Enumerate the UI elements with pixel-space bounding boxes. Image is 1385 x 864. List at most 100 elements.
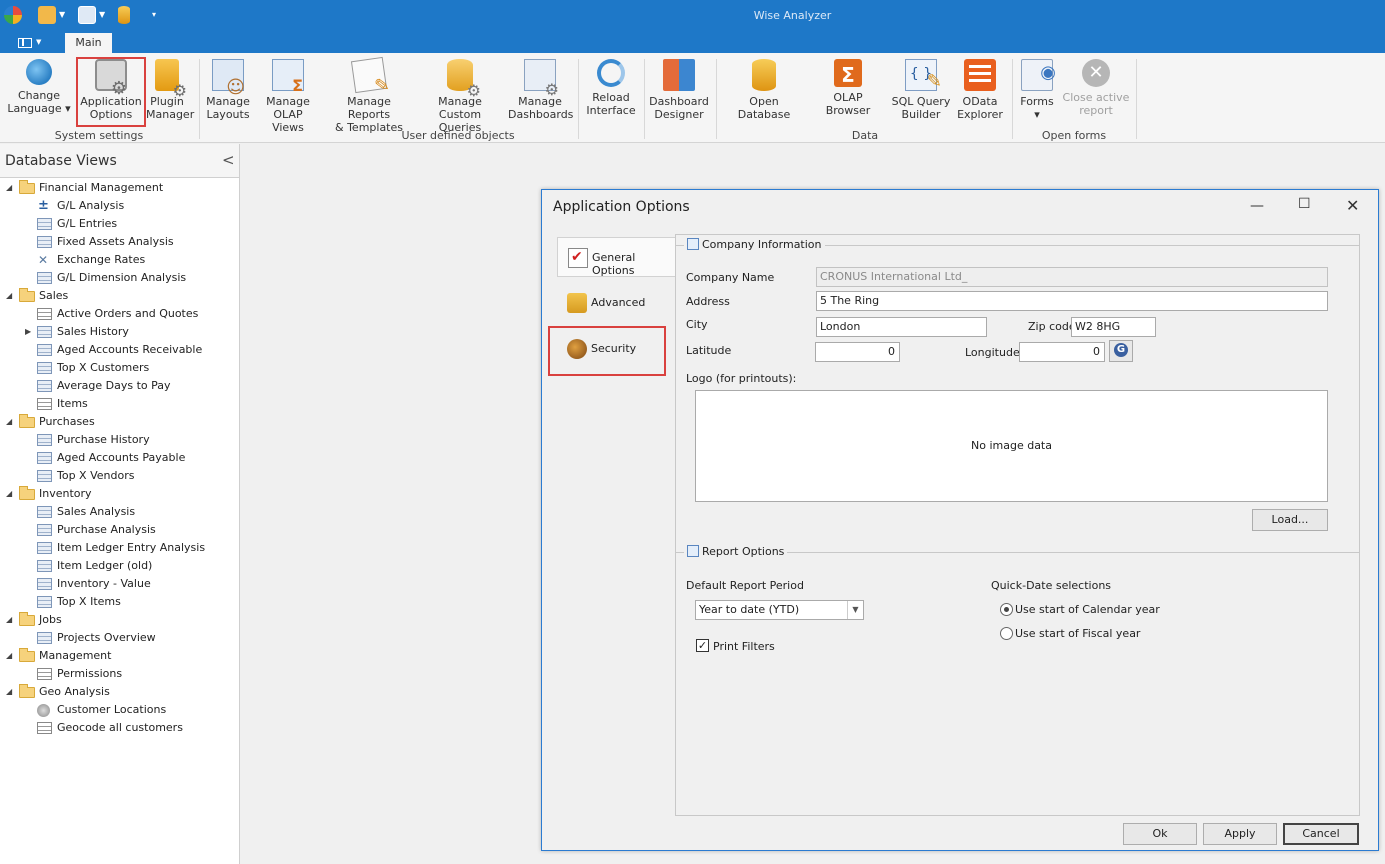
ribbon: Change Language ▾ Application Options Pl… — [0, 53, 1385, 143]
collapse-triangle-icon[interactable]: ◢ — [6, 611, 12, 629]
tab-general-options[interactable]: General Options — [557, 237, 675, 277]
close-active-report-button[interactable]: ✕ Close active report — [1062, 57, 1130, 123]
dashboard-designer-button[interactable]: Dashboard Designer — [648, 57, 710, 123]
city-field[interactable]: London — [816, 317, 987, 337]
maximize-icon[interactable]: ☐ — [1298, 196, 1311, 212]
application-options-dialog: Application Options — ☐ ✕ General Option… — [541, 189, 1379, 851]
sql-query-builder-button[interactable]: { } SQL Query Builder — [890, 57, 952, 123]
print-filters-checkbox[interactable]: ✓ — [696, 639, 709, 652]
manage-layouts-button[interactable]: Manage Layouts — [204, 57, 252, 123]
tree-item[interactable]: Fixed Assets Analysis — [0, 233, 239, 251]
forms-label: Forms ▾ — [1020, 95, 1054, 121]
collapse-triangle-icon[interactable]: ◢ — [6, 647, 12, 665]
tree-label: Top X Items — [57, 595, 121, 608]
tree-item[interactable]: Inventory - Value — [0, 575, 239, 593]
tree-category[interactable]: ◢ Inventory — [0, 485, 239, 503]
collapse-triangle-icon[interactable]: ◢ — [6, 179, 12, 197]
default-report-period-label: Default Report Period — [686, 579, 804, 592]
logo-image-box[interactable]: No image data — [695, 390, 1328, 502]
longitude-label: Longitude — [965, 346, 1020, 359]
tree-item[interactable]: Top X Customers — [0, 359, 239, 377]
collapse-triangle-icon[interactable]: ◢ — [6, 683, 12, 701]
tree-label: Projects Overview — [57, 631, 156, 644]
minimize-icon[interactable]: — — [1250, 198, 1264, 214]
table-view-icon — [37, 452, 52, 464]
table-view-icon — [37, 218, 52, 230]
manage-reports-button[interactable]: Manage Reports & Templates — [326, 56, 412, 134]
tree-category[interactable]: ◢ Sales — [0, 287, 239, 305]
plugin-manager-button[interactable]: Plugin Manager — [146, 57, 194, 123]
open-database-button[interactable]: Open Database — [722, 57, 806, 123]
tree-item[interactable]: Exchange Rates — [0, 251, 239, 269]
tree-category[interactable]: ◢ Management — [0, 647, 239, 665]
application-menu-button[interactable]: ▼ — [14, 35, 44, 51]
tree-item[interactable]: G/L Dimension Analysis — [0, 269, 239, 287]
tree-label: Aged Accounts Receivable — [57, 343, 203, 356]
close-icon[interactable]: ✕ — [1346, 196, 1359, 215]
tab-main[interactable]: Main — [65, 33, 112, 53]
list-icon — [37, 308, 52, 320]
tree-item[interactable]: G/L Entries — [0, 215, 239, 233]
odata-explorer-button[interactable]: OData Explorer — [954, 57, 1006, 123]
tree-item[interactable]: Sales Analysis — [0, 503, 239, 521]
radio-fiscal-year[interactable] — [1000, 627, 1013, 640]
tree-category[interactable]: ◢ Jobs — [0, 611, 239, 629]
tree-item[interactable]: G/L Analysis — [0, 197, 239, 215]
manage-olap-views-button[interactable]: Manage OLAP Views — [256, 57, 320, 134]
tree-label: Financial Management — [39, 181, 164, 194]
tree-item[interactable]: Active Orders and Quotes — [0, 305, 239, 323]
panel-header: Database Views < — [0, 144, 239, 178]
geocode-button[interactable] — [1109, 340, 1133, 362]
manage-dashboards-button[interactable]: Manage Dashboards — [508, 57, 573, 123]
tree-item[interactable]: Permissions — [0, 665, 239, 683]
ribbon-separator — [578, 59, 579, 139]
tree-item[interactable]: Average Days to Pay — [0, 377, 239, 395]
cancel-button[interactable]: Cancel — [1283, 823, 1359, 845]
tree-item[interactable]: Purchase Analysis — [0, 521, 239, 539]
chevron-left-icon[interactable]: < — [222, 151, 235, 169]
tree-item[interactable]: Items — [0, 395, 239, 413]
tree-item[interactable]: Item Ledger Entry Analysis — [0, 539, 239, 557]
tree-item[interactable]: Projects Overview — [0, 629, 239, 647]
tree-label: Active Orders and Quotes — [57, 307, 199, 320]
tree-item[interactable]: Customer Locations — [0, 701, 239, 719]
reload-interface-button[interactable]: Reload Interface — [584, 57, 638, 123]
load-logo-button[interactable]: Load... — [1252, 509, 1328, 531]
tree-item[interactable]: Item Ledger (old) — [0, 557, 239, 575]
radio-calendar-year[interactable] — [1000, 603, 1013, 616]
collapse-triangle-icon[interactable]: ◢ — [6, 287, 12, 305]
tree-item[interactable]: Aged Accounts Payable — [0, 449, 239, 467]
folder-icon — [19, 684, 35, 698]
tree-item[interactable]: Top X Vendors — [0, 467, 239, 485]
forms-button[interactable]: Forms ▾ — [1016, 57, 1058, 123]
logo-label: Logo (for printouts): — [686, 372, 797, 385]
tree-item[interactable]: Top X Items — [0, 593, 239, 611]
table-view-icon — [37, 344, 52, 356]
tree-item[interactable]: Aged Accounts Receivable — [0, 341, 239, 359]
tree-label: Aged Accounts Payable — [57, 451, 186, 464]
forms-eye-icon — [1021, 59, 1056, 91]
tab-advanced[interactable]: Advanced — [557, 283, 675, 323]
tree-item[interactable]: ▶ Sales History — [0, 323, 239, 341]
expand-triangle-icon[interactable]: ▶ — [25, 323, 31, 341]
tree-item[interactable]: Geocode all customers — [0, 719, 239, 737]
collapse-triangle-icon[interactable]: ◢ — [6, 485, 12, 503]
longitude-field[interactable]: 0 — [1019, 342, 1105, 362]
zip-code-field[interactable]: W2 8HG — [1071, 317, 1156, 337]
manage-custom-queries-button[interactable]: Manage Custom Queries — [416, 57, 504, 134]
default-report-period-select[interactable]: Year to date (YTD) ▼ — [695, 600, 864, 620]
ok-button[interactable]: Ok — [1123, 823, 1197, 845]
change-language-button[interactable]: Change Language ▾ — [6, 57, 72, 123]
tree-item[interactable]: Purchase History — [0, 431, 239, 449]
latitude-field[interactable]: 0 — [815, 342, 900, 362]
address-field[interactable]: 5 The Ring — [816, 291, 1328, 311]
apply-button[interactable]: Apply — [1203, 823, 1277, 845]
tree-category[interactable]: ◢ Geo Analysis — [0, 683, 239, 701]
company-name-field[interactable]: CRONUS International Ltd_ — [816, 267, 1328, 287]
report-options-group-title: Report Options — [684, 545, 788, 558]
tree-category[interactable]: ◢ Financial Management — [0, 179, 239, 197]
folder-icon — [19, 414, 35, 428]
collapse-triangle-icon[interactable]: ◢ — [6, 413, 12, 431]
olap-browser-button[interactable]: Σ OLAP Browser — [810, 57, 886, 123]
tree-category[interactable]: ◢ Purchases — [0, 413, 239, 431]
